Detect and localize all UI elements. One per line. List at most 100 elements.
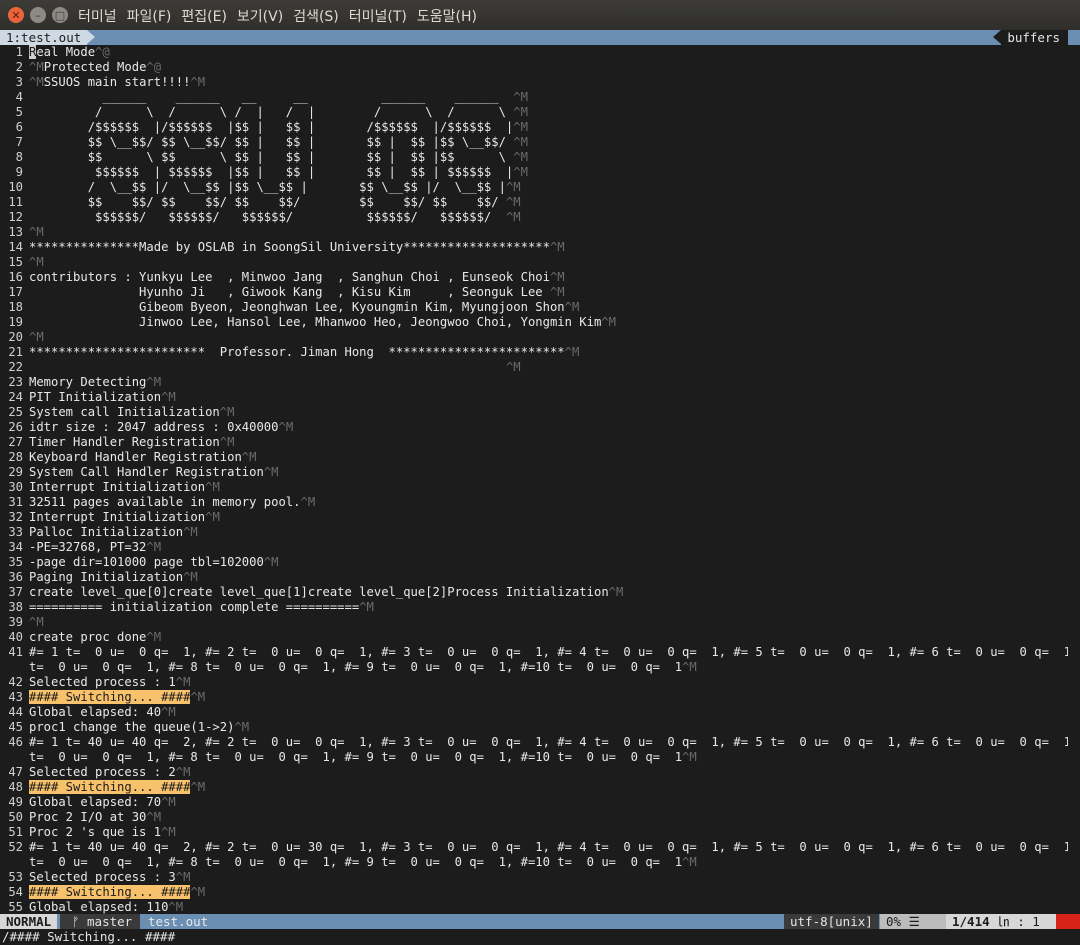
buffer-line[interactable]: 18 Gibeom Byeon, Jeonghwan Lee, Kyoungmi… <box>0 300 1068 315</box>
buffer-line[interactable]: 31 32511 pages available in memory pool.^… <box>0 495 1068 510</box>
control-char: ^M <box>513 105 528 119</box>
buffer-line[interactable]: 26 idtr size : 2047 address : 0x40000^M <box>0 420 1068 435</box>
buffer-line[interactable]: 22 ^M <box>0 360 1068 375</box>
buffer-line[interactable]: 39 ^M <box>0 615 1068 630</box>
buffer-line[interactable]: 11 $$ $$/ $$ $$/ $$ $$/ $$ $$/ $$ $$/ ^M <box>0 195 1068 210</box>
line-content: Keyboard Handler Registration <box>29 450 242 464</box>
line-text: ^M <box>29 615 44 630</box>
buffer-line[interactable]: 19 Jinwoo Lee, Hansol Lee, Mhanwoo Heo, … <box>0 315 1068 330</box>
command-line[interactable]: /#### Switching... #### <box>0 929 1080 945</box>
buffer-line[interactable]: 45 proc1 change the queue(1->2)^M <box>0 720 1068 735</box>
line-number: 44 <box>8 705 23 719</box>
line-text: / \ / \ / | / | / \ / \ ^M <box>29 105 528 120</box>
buffer-line[interactable]: 20 ^M <box>0 330 1068 345</box>
buffer-line[interactable]: 55 Global elapsed: 110^M <box>0 900 1068 915</box>
buffer-line[interactable]: 51 Proc 2 's que is 1^M <box>0 825 1068 840</box>
buffer-line[interactable]: 50 Proc 2 I/O at 30^M <box>0 810 1068 825</box>
search-highlight: #### Switching... #### <box>29 780 191 794</box>
buffer-line[interactable]: 32 Interrupt Initialization^M <box>0 510 1068 525</box>
buffer-line[interactable]: 46 #= 1 t= 40 u= 40 q= 2, #= 2 t= 0 u= 0 … <box>0 735 1068 750</box>
line-number: 38 <box>8 600 23 614</box>
buffer-line[interactable]: 24 PIT Initialization^M <box>0 390 1068 405</box>
menu-item-edit[interactable]: 편집(E) <box>181 6 227 26</box>
buffer-line[interactable]: 49 Global elapsed: 70^M <box>0 795 1068 810</box>
line-content: create proc done <box>29 630 147 644</box>
buffer-line[interactable]: 8 $$ \ $$ \ $$ | $$ | $$ | $$ |$$ \ ^M <box>0 150 1068 165</box>
line-number: 28 <box>8 450 23 464</box>
buffer-line-wrap[interactable]: t= 0 u= 0 q= 1, #= 8 t= 0 u= 0 q= 1, #= … <box>0 660 1068 675</box>
buffer-line[interactable]: 12 $$$$$$/ $$$$$$/ $$$$$$/ $$$$$$/ $$$$$… <box>0 210 1068 225</box>
editor-buffer[interactable]: 1 Real Mode^@ 2 ^MProtected Mode^@ 3 ^MSSUOS … <box>0 45 1068 915</box>
buffer-line[interactable]: 30 Interrupt Initialization^M <box>0 480 1068 495</box>
line-number: 33 <box>8 525 23 539</box>
buffer-line[interactable]: 40 create proc done^M <box>0 630 1068 645</box>
buffer-line[interactable]: 37 create level_que[0]create level_que[1]… <box>0 585 1068 600</box>
buffer-line[interactable]: 15 ^M <box>0 255 1068 270</box>
buffer-line-wrap[interactable]: t= 0 u= 0 q= 1, #= 8 t= 0 u= 0 q= 1, #= … <box>0 855 1068 870</box>
buffer-line-wrap[interactable]: t= 0 u= 0 q= 1, #= 8 t= 0 u= 0 q= 1, #= … <box>0 750 1068 765</box>
buffer-line[interactable]: 54 #### Switching... ####^M <box>0 885 1068 900</box>
line-text: $$ $$/ $$ $$/ $$ $$/ $$ $$/ $$ $$/ ^M <box>29 195 521 210</box>
buffer-line[interactable]: 17 Hyunho Ji , Giwook Kang , Kisu Kim , … <box>0 285 1068 300</box>
line-number: 47 <box>8 765 23 779</box>
line-number: 22 <box>8 360 23 374</box>
control-char: ^M <box>183 525 198 539</box>
buffer-line[interactable]: 35 -page dir=101000 page tbl=102000^M <box>0 555 1068 570</box>
buffer-line[interactable]: 6 /$$$$$$ |/$$$$$$ |$$ | $$ | /$$$$$$ |/… <box>0 120 1068 135</box>
line-text: 32511 pages available in memory pool.^M <box>29 495 315 510</box>
line-content: Timer Handler Registration <box>29 435 220 449</box>
buffer-line[interactable]: 28 Keyboard Handler Registration^M <box>0 450 1068 465</box>
buffer-line[interactable]: 44 Global elapsed: 40^M <box>0 705 1068 720</box>
menu-item-help[interactable]: 도움말(H) <box>417 6 477 26</box>
buffer-line[interactable]: 3 ^MSSUOS main start!!!!^M <box>0 75 1068 90</box>
tab-test-out[interactable]: 1:test.out <box>0 30 88 45</box>
menu-item-view[interactable]: 보기(V) <box>237 6 283 26</box>
buffers-label[interactable]: buffers <box>993 30 1068 45</box>
menu-item-terminal-app[interactable]: 터미널 <box>78 6 117 26</box>
buffer-line[interactable]: 9 $$$$$$ | $$$$$$ |$$ | $$ | $$ | $$ | $… <box>0 165 1068 180</box>
buffer-line[interactable]: 2 ^MProtected Mode^@ <box>0 60 1068 75</box>
buffer-line[interactable]: 1 Real Mode^@ <box>0 45 1068 60</box>
buffer-line[interactable]: 53 Selected process : 3^M <box>0 870 1068 885</box>
buffer-line[interactable]: 13 ^M <box>0 225 1068 240</box>
control-char: ^M <box>549 240 565 254</box>
line-text: #### Switching... ####^M <box>29 780 205 795</box>
minimize-window-button[interactable]: – <box>30 7 46 23</box>
buffer-line[interactable]: 7 $$ \__$$/ $$ \__$$/ $$ | $$ | $$ | $$ … <box>0 135 1068 150</box>
buffer-line[interactable]: 23 Memory Detecting^M <box>0 375 1068 390</box>
buffer-line[interactable]: 25 System call Initialization^M <box>0 405 1068 420</box>
menu-item-search[interactable]: 검색(S) <box>293 6 339 26</box>
buffer-line[interactable]: 52 #= 1 t= 40 u= 40 q= 2, #= 2 t= 0 u= 30… <box>0 840 1068 855</box>
buffer-line[interactable]: 29 System Call Handler Registration^M <box>0 465 1068 480</box>
line-number: 16 <box>8 270 23 284</box>
buffer-line[interactable]: 5 / \ / \ / | / | / \ / \ ^M <box>0 105 1068 120</box>
scrollbar[interactable] <box>1068 45 1080 915</box>
control-char: ^M <box>682 660 697 674</box>
control-char: ^M <box>549 285 565 299</box>
buffer-line[interactable]: 42 Selected process : 1^M <box>0 675 1068 690</box>
control-char: ^M <box>549 270 565 284</box>
menu-item-terminal[interactable]: 터미널(T) <box>349 6 407 26</box>
buffer-line[interactable]: 10 / \__$$ |/ \__$$ |$$ \__$$ | $$ \__$$… <box>0 180 1068 195</box>
buffer-line[interactable]: 34 -PE=32768, PT=32^M <box>0 540 1068 555</box>
buffer-line[interactable]: 47 Selected process : 2^M <box>0 765 1068 780</box>
buffer-line[interactable]: 43 #### Switching... ####^M <box>0 690 1068 705</box>
control-char: ^M <box>241 450 257 464</box>
buffer-line[interactable]: 41 #= 1 t= 0 u= 0 q= 1, #= 2 t= 0 u= 0 q=… <box>0 645 1068 660</box>
buffer-line[interactable]: 33 Palloc Initialization^M <box>0 525 1068 540</box>
menu-item-file[interactable]: 파일(F) <box>127 6 172 26</box>
buffer-line[interactable]: 16 contributors : Yunkyu Lee , Minwoo Jan… <box>0 270 1068 285</box>
buffer-line[interactable]: 36 Paging Initialization^M <box>0 570 1068 585</box>
buffer-line[interactable]: 48 #### Switching... ####^M <box>0 780 1068 795</box>
maximize-window-button[interactable]: □ <box>52 7 68 23</box>
buffer-line[interactable]: 21 ************************ Professor. Ji… <box>0 345 1068 360</box>
buffer-line[interactable]: 14 ***************Made by OSLAB in SoongS… <box>0 240 1068 255</box>
buffer-line[interactable]: 38 ========== initialization complete ===… <box>0 600 1068 615</box>
control-char: ^M <box>161 390 176 404</box>
line-number: 43 <box>8 690 23 704</box>
buffer-line[interactable]: 4 ______ ______ __ __ ______ ______ ^M <box>0 90 1068 105</box>
control-char: ^M <box>505 195 521 209</box>
buffer-line[interactable]: 27 Timer Handler Registration^M <box>0 435 1068 450</box>
close-window-button[interactable]: ✕ <box>8 7 24 23</box>
line-number: 19 <box>8 315 23 329</box>
